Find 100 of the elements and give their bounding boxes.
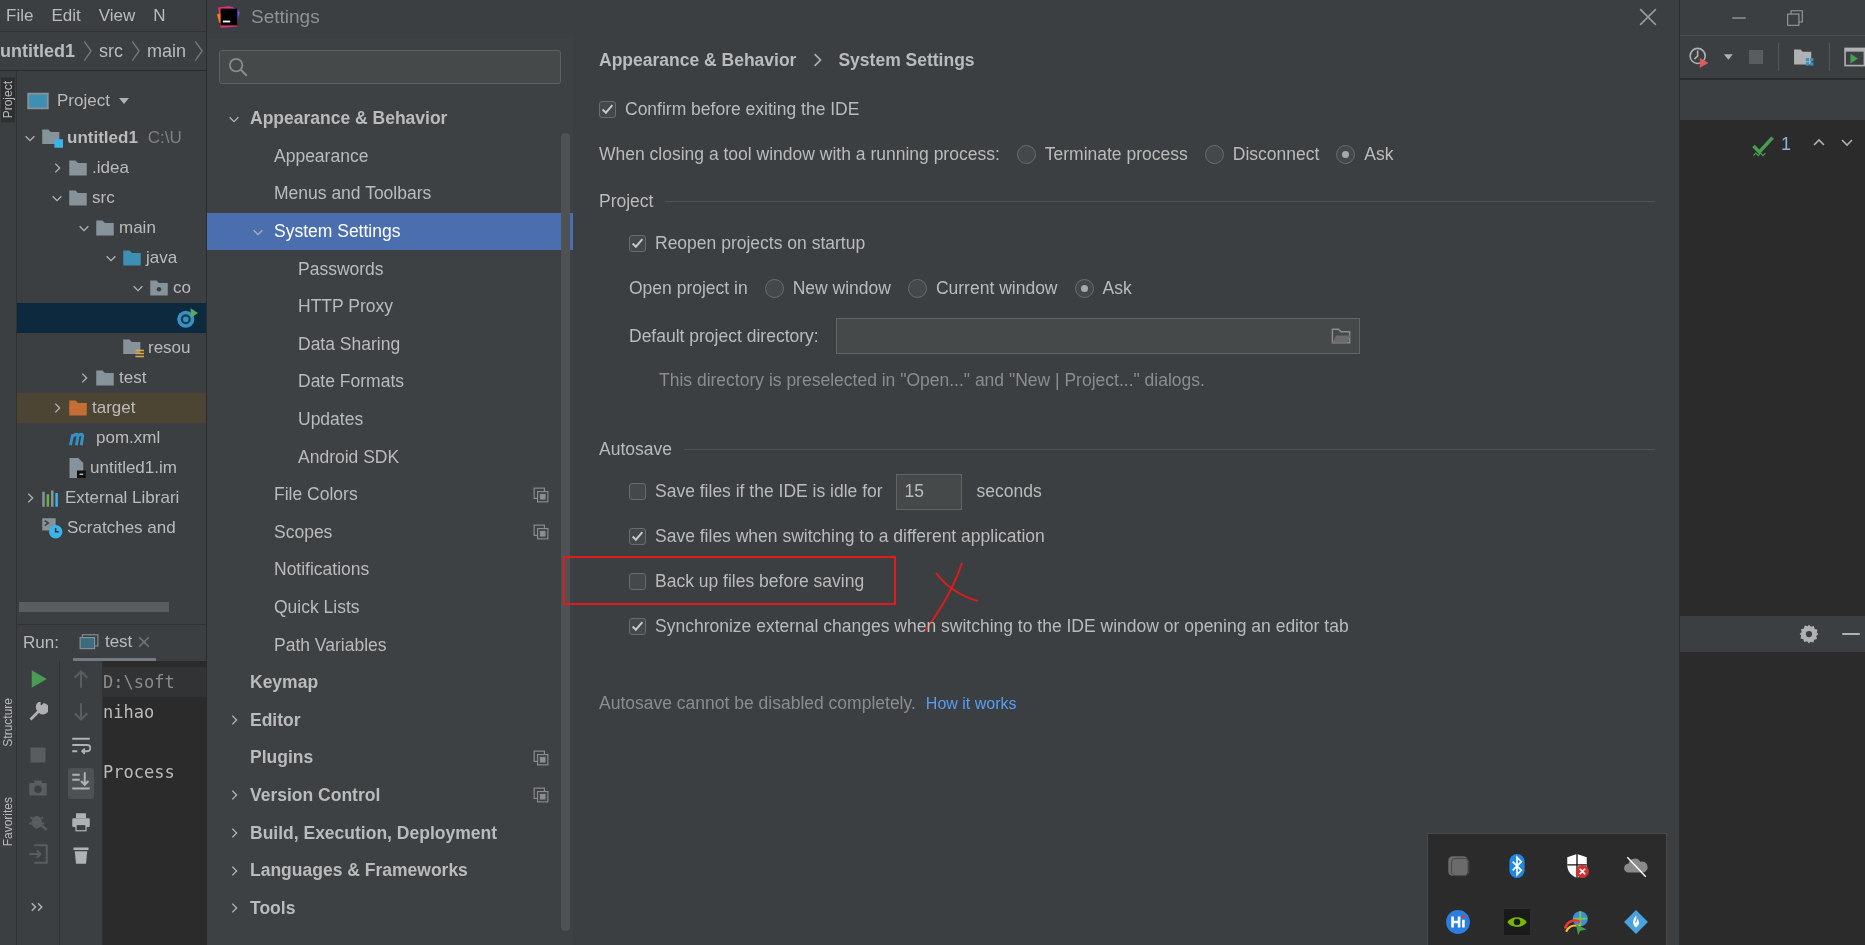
nav-item[interactable]: Appearance & Behavior [250, 108, 549, 130]
nav-item[interactable]: Android SDK [298, 446, 549, 468]
checkbox-label[interactable]: Save files if the IDE is idle for [655, 481, 883, 502]
globe-icon[interactable] [1563, 909, 1590, 935]
nav-item[interactable]: Updates [298, 409, 549, 431]
settings-icon[interactable] [1799, 624, 1819, 644]
number-field[interactable]: 15 [895, 473, 962, 510]
nav-item[interactable]: Editor [250, 709, 549, 731]
nav-item[interactable]: Date Formats [298, 371, 549, 393]
tree-row[interactable] [17, 303, 206, 333]
checkbox[interactable] [629, 235, 646, 252]
caret-down-icon[interactable] [117, 96, 130, 106]
checkbox-label[interactable]: Save files when switching to a different application [655, 526, 1045, 547]
nav-item[interactable]: Passwords [298, 258, 549, 280]
panel-title[interactable]: Project [57, 91, 110, 111]
tree-item[interactable]: untitled1 [67, 128, 138, 148]
input-field[interactable] [835, 318, 1360, 354]
tool-window-tab[interactable]: Project [1, 77, 15, 123]
scrollbar[interactable] [561, 133, 570, 931]
tree-item[interactable]: java [146, 248, 178, 268]
tool-window-tab[interactable]: Structure [1, 694, 15, 752]
radio-button[interactable] [764, 279, 784, 298]
nav-item[interactable]: Build, Execution, Deployment [250, 822, 549, 844]
help-link[interactable]: How it works [925, 694, 1017, 713]
tree-item[interactable]: main [119, 218, 156, 238]
profiler-run-icon[interactable] [1688, 45, 1710, 69]
close-icon[interactable] [1639, 7, 1657, 26]
wrap-icon[interactable] [71, 735, 91, 755]
breadcrumb-item[interactable]: main [147, 40, 186, 62]
scrollbar[interactable] [19, 602, 169, 612]
folder-icon[interactable] [1330, 328, 1351, 344]
radio-button[interactable] [1016, 145, 1036, 164]
check-icon[interactable] [1751, 134, 1775, 158]
nav-item[interactable]: Quick Lists [274, 597, 549, 618]
radio-button[interactable] [1204, 145, 1224, 164]
nav-item[interactable]: Plugins [250, 747, 533, 769]
checkbox-label[interactable]: Reopen projects on startup [655, 233, 866, 254]
nav-item[interactable]: Languages & Frameworks [250, 860, 549, 882]
tree-item[interactable]: External Librari [65, 488, 180, 508]
nav-item[interactable]: File Colors [274, 484, 533, 506]
diamond-icon[interactable] [1623, 909, 1650, 935]
radio-label[interactable]: Current window [935, 278, 1058, 299]
nav-item[interactable]: HTTP Proxy [298, 296, 549, 318]
tree-item[interactable]: pom.xml [96, 428, 161, 448]
tree-item[interactable]: src [92, 188, 115, 208]
trash-icon[interactable] [71, 845, 91, 865]
tree-item[interactable]: untitled1.im [90, 458, 177, 478]
checkbox[interactable] [629, 483, 646, 500]
breadcrumb-item[interactable]: untitled1 [0, 40, 75, 62]
inspection-count[interactable]: 1 [1781, 134, 1791, 155]
tree-row[interactable]: target [17, 393, 206, 423]
nav-item[interactable]: Data Sharing [298, 333, 549, 355]
radio-button[interactable] [1336, 145, 1356, 164]
menu-item[interactable]: File [6, 5, 34, 26]
nav-item[interactable]: Notifications [274, 559, 549, 581]
radio-button[interactable] [907, 279, 927, 298]
radio-label[interactable]: New window [792, 278, 891, 299]
close-icon[interactable] [138, 635, 151, 648]
file-icon [68, 458, 86, 478]
checkbox[interactable] [599, 101, 616, 118]
tree-item[interactable]: target [92, 398, 136, 418]
tool-window-tab[interactable]: Favorites [1, 793, 15, 851]
wrench-icon[interactable] [28, 702, 48, 722]
folder-icon[interactable] [1793, 46, 1815, 68]
checkbox[interactable] [629, 618, 646, 635]
tree-item[interactable]: Scratches and [67, 518, 176, 538]
radio-label[interactable]: Terminate process [1044, 144, 1188, 165]
round-app-icon[interactable] [1444, 909, 1471, 935]
run-window-icon[interactable] [1843, 46, 1865, 68]
radio-label[interactable]: Ask [1364, 144, 1394, 165]
checkbox[interactable] [629, 573, 646, 590]
radio-button[interactable] [1074, 279, 1094, 298]
menu-item[interactable]: Edit [51, 5, 81, 26]
nav-item[interactable]: Path Variables [274, 634, 549, 656]
nav-item[interactable]: Scopes [274, 521, 533, 543]
nav-item[interactable]: Version Control [250, 785, 533, 806]
restore-icon[interactable] [1786, 8, 1804, 27]
checkbox-label[interactable]: Back up files before saving [655, 571, 865, 592]
breadcrumb-item[interactable]: src [99, 40, 123, 62]
eye-icon[interactable] [1504, 909, 1531, 935]
tree-item[interactable]: co [173, 278, 191, 298]
selected-row-highlight[interactable]: System Settings [207, 212, 573, 251]
nav-item[interactable]: System Settings [274, 221, 549, 243]
caret-down-icon[interactable] [1723, 52, 1735, 62]
nav-item[interactable]: Appearance [274, 145, 549, 167]
scroll-to-end-button[interactable] [68, 768, 94, 799]
checkbox-label[interactable]: Confirm before exiting the IDE [625, 99, 860, 120]
menu-item[interactable]: N [153, 5, 166, 26]
nav-item[interactable]: Keymap [250, 672, 549, 694]
printer-icon[interactable] [71, 812, 91, 832]
tree-item[interactable]: test [119, 368, 147, 388]
radio-label[interactable]: Disconnect [1232, 144, 1320, 165]
tree-item[interactable]: .idea [92, 158, 129, 178]
tree-item[interactable]: resou [148, 338, 191, 358]
search-field[interactable] [219, 50, 561, 84]
checkbox[interactable] [629, 528, 646, 545]
radio-label[interactable]: Ask [1102, 278, 1132, 299]
menu-item[interactable]: View [98, 5, 136, 26]
nav-item[interactable]: Menus and Toolbars [274, 183, 549, 205]
nav-item[interactable]: Tools [250, 897, 549, 919]
